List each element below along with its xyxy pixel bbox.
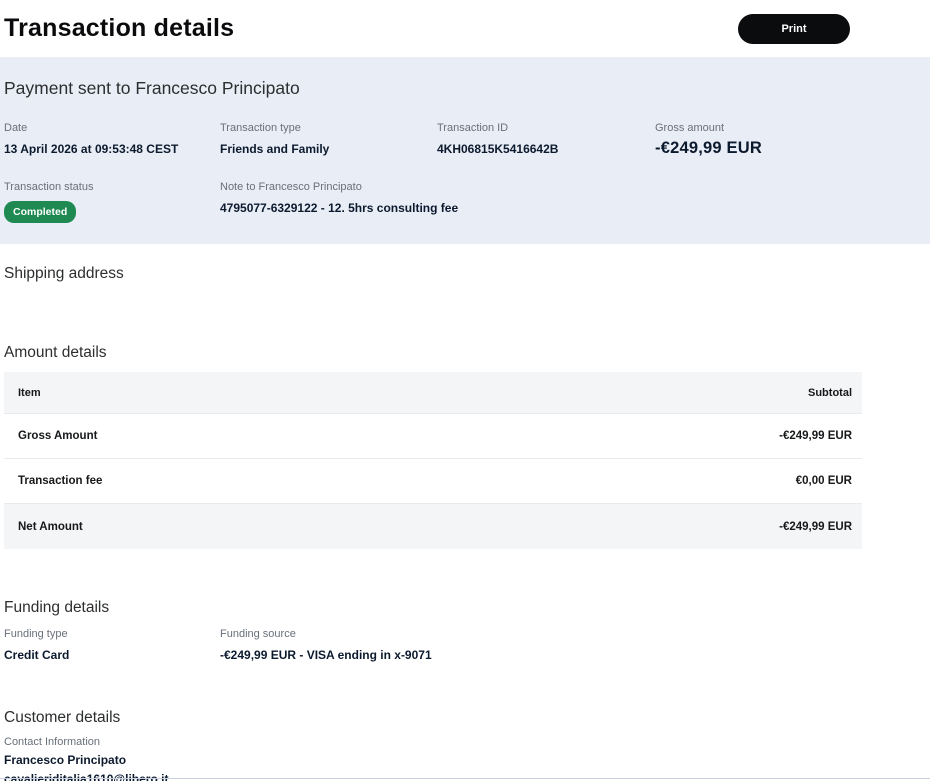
subtotal-column-header: Subtotal bbox=[808, 386, 852, 399]
transaction-details-page: Transaction details Print Payment sent t… bbox=[0, 0, 930, 781]
gross-amount-field: Gross amount -€249,99 EUR bbox=[655, 122, 926, 158]
customer-details-heading: Customer details bbox=[4, 709, 121, 726]
customer-contact-block: Contact Information Francesco Principato… bbox=[0, 736, 930, 781]
row-item-label: Gross Amount bbox=[18, 430, 98, 442]
funding-source-label: Funding source bbox=[220, 628, 296, 640]
row-subtotal-value: €0,00 EUR bbox=[795, 475, 852, 487]
gross-amount-value: -€249,99 EUR bbox=[655, 139, 762, 157]
note-label: Note to Francesco Principato bbox=[220, 181, 362, 193]
row-item-label: Transaction fee bbox=[18, 475, 103, 487]
transaction-type-label: Transaction type bbox=[220, 122, 301, 134]
transaction-id-value: 4KH06815K5416642B bbox=[437, 142, 559, 156]
funding-type-label: Funding type bbox=[4, 628, 68, 640]
status-badge: Completed bbox=[4, 201, 77, 223]
gross-amount-label: Gross amount bbox=[655, 122, 725, 134]
amount-table-header-row: Item Subtotal bbox=[4, 372, 862, 414]
funding-source-field: Funding source -€249,99 EUR - VISA endin… bbox=[220, 628, 930, 662]
page-title: Transaction details bbox=[4, 14, 235, 42]
funding-type-value: Credit Card bbox=[4, 648, 70, 662]
funding-details-heading: Funding details bbox=[4, 599, 110, 616]
row-subtotal-value: -€249,99 EUR bbox=[779, 520, 852, 533]
contact-information-label: Contact Information bbox=[4, 736, 100, 748]
transaction-status-label: Transaction status bbox=[4, 181, 94, 193]
transaction-type-value: Friends and Family bbox=[220, 142, 330, 156]
amount-details-heading: Amount details bbox=[4, 344, 107, 361]
table-row-gross-amount: Gross Amount -€249,99 EUR bbox=[4, 414, 862, 459]
row-subtotal-value: -€249,99 EUR bbox=[779, 430, 852, 442]
amount-details-table: Item Subtotal Gross Amount -€249,99 EUR … bbox=[4, 372, 862, 549]
table-row-transaction-fee: Transaction fee €0,00 EUR bbox=[4, 459, 862, 504]
print-button[interactable]: Print bbox=[738, 13, 850, 44]
summary-fields-row-1: Date 13 April 2026 at 09:53:48 CEST Tran… bbox=[4, 122, 926, 158]
transaction-id-field: Transaction ID 4KH06815K5416642B bbox=[437, 122, 655, 158]
payment-summary-heading: Payment sent to Francesco Principato bbox=[4, 78, 300, 98]
bottom-divider bbox=[0, 778, 930, 779]
payment-summary-panel: Payment sent to Francesco Principato Dat… bbox=[0, 57, 930, 244]
funding-type-field: Funding type Credit Card bbox=[4, 628, 220, 662]
summary-fields-row-2: Transaction status Completed Note to Fra… bbox=[4, 181, 926, 223]
customer-name: Francesco Principato bbox=[4, 753, 127, 767]
table-row-net-amount: Net Amount -€249,99 EUR bbox=[4, 504, 862, 549]
date-field: Date 13 April 2026 at 09:53:48 CEST bbox=[4, 122, 220, 158]
date-value: 13 April 2026 at 09:53:48 CEST bbox=[4, 142, 179, 156]
page-header: Transaction details Print bbox=[0, 0, 930, 57]
funding-source-value: -€249,99 EUR - VISA ending in x-9071 bbox=[220, 648, 432, 662]
funding-fields-row: Funding type Credit Card Funding source … bbox=[0, 628, 930, 662]
date-label: Date bbox=[4, 122, 28, 134]
shipping-address-heading: Shipping address bbox=[4, 265, 124, 282]
note-field: Note to Francesco Principato 4795077-632… bbox=[220, 181, 926, 223]
note-value: 4795077-6329122 - 12. 5hrs consulting fe… bbox=[220, 201, 459, 215]
row-item-label: Net Amount bbox=[18, 520, 83, 533]
transaction-status-field: Transaction status Completed bbox=[4, 181, 220, 223]
customer-email: cavalieriditalia1610@libero.it bbox=[4, 772, 169, 781]
transaction-id-label: Transaction ID bbox=[437, 122, 509, 134]
transaction-type-field: Transaction type Friends and Family bbox=[220, 122, 437, 158]
item-column-header: Item bbox=[18, 386, 41, 399]
